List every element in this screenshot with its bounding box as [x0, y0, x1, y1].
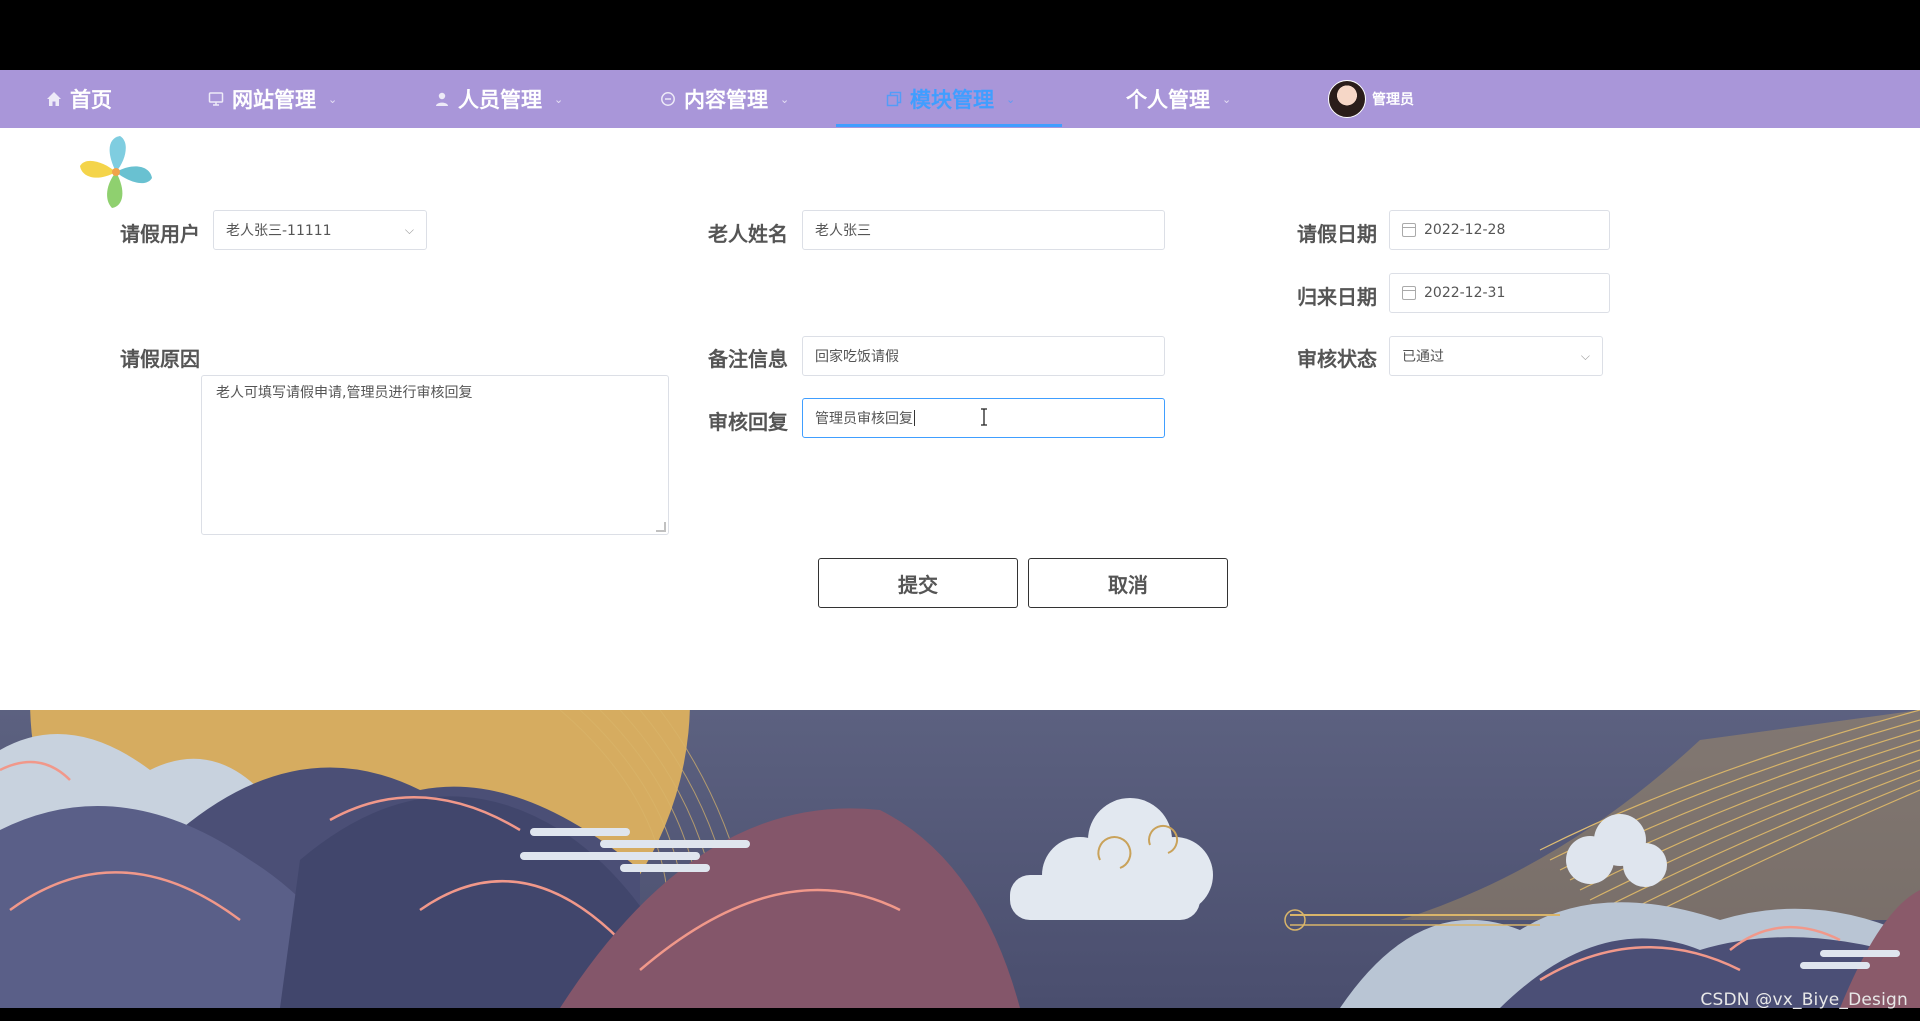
- cancel-button[interactable]: 取消: [1028, 558, 1228, 608]
- nav-item-label: 人员管理: [458, 88, 542, 112]
- watermark-text: CSDN @vx_Biye_Design: [1700, 990, 1908, 1010]
- user-label: 管理员: [1372, 92, 1414, 108]
- leave-reason-label: 请假原因: [120, 347, 200, 371]
- copy-icon: [886, 91, 902, 107]
- review-status-select[interactable]: 已通过 ⌵: [1389, 336, 1603, 376]
- home-icon: [47, 92, 61, 106]
- top-nav: 首页 网站管理 ⌄ 人员管理 ⌄ 内容管理 ⌄ 模块管理 ⌄ 个人管理 ⌄ 管理…: [0, 70, 1920, 128]
- nav-item-website[interactable]: 网站管理 ⌄: [208, 70, 337, 128]
- elder-name-label: 老人姓名: [708, 222, 788, 246]
- avatar: [1328, 80, 1366, 118]
- chat-icon: [661, 92, 675, 106]
- user-menu[interactable]: 管理员: [1328, 70, 1414, 128]
- nav-active-indicator: [836, 124, 1062, 127]
- calendar-icon: [1402, 223, 1416, 237]
- leave-reason-textarea[interactable]: 老人可填写请假申请,管理员进行审核回复: [201, 375, 669, 535]
- pinwheel-logo-icon: [80, 136, 152, 208]
- return-date-picker[interactable]: 2022-12-31: [1389, 273, 1610, 313]
- return-date-value: 2022-12-31: [1424, 285, 1506, 301]
- nav-item-people[interactable]: 人员管理 ⌄: [434, 70, 563, 128]
- nav-item-label: 首页: [70, 88, 112, 112]
- nav-item-label: 网站管理: [232, 88, 316, 112]
- nav-item-label: 模块管理: [910, 88, 994, 112]
- remark-label: 备注信息: [708, 347, 788, 371]
- resize-handle-icon[interactable]: [656, 522, 666, 532]
- remark-value: 回家吃饭请假: [815, 349, 899, 365]
- remark-input[interactable]: 回家吃饭请假: [802, 336, 1165, 376]
- review-reply-label: 审核回复: [708, 410, 788, 434]
- chevron-down-icon: ⌄: [780, 92, 790, 106]
- leave-user-select[interactable]: 老人张三-11111 ⌵: [213, 210, 427, 250]
- leave-date-value: 2022-12-28: [1424, 222, 1506, 238]
- nav-item-home[interactable]: 首页: [46, 70, 112, 128]
- nav-item-module[interactable]: 模块管理 ⌄: [886, 70, 1015, 128]
- leave-reason-value: 老人可填写请假申请,管理员进行审核回复: [216, 385, 473, 401]
- chevron-down-icon: ⌵: [404, 222, 414, 237]
- leave-user-label: 请假用户: [120, 222, 200, 246]
- elder-name-input[interactable]: 老人张三: [802, 210, 1165, 250]
- bottom-black-bar: [0, 1008, 1920, 1021]
- text-caret: [914, 410, 915, 426]
- review-status-value: 已通过: [1402, 349, 1444, 365]
- swirl-cloud: [1010, 798, 1213, 920]
- review-status-label: 审核状态: [1297, 347, 1377, 371]
- leave-user-value: 老人张三-11111: [226, 223, 332, 239]
- chevron-down-icon: ⌄: [1222, 92, 1232, 106]
- monitor-icon: [208, 92, 224, 106]
- submit-button[interactable]: 提交: [818, 558, 1018, 608]
- chevron-down-icon: ⌄: [554, 92, 564, 106]
- review-reply-value: 管理员审核回复: [815, 411, 913, 427]
- calendar-icon: [1402, 286, 1416, 300]
- chevron-down-icon: ⌄: [328, 92, 338, 106]
- nav-item-personal[interactable]: 个人管理 ⌄: [1126, 70, 1231, 128]
- leave-date-picker[interactable]: 2022-12-28: [1389, 210, 1610, 250]
- decorative-landscape-banner: [0, 710, 1920, 1008]
- elder-name-value: 老人张三: [815, 223, 871, 239]
- return-date-label: 归来日期: [1297, 285, 1377, 309]
- nav-item-label: 内容管理: [684, 88, 768, 112]
- leave-date-label: 请假日期: [1297, 222, 1377, 246]
- nav-item-content[interactable]: 内容管理 ⌄: [660, 70, 789, 128]
- nav-item-label: 个人管理: [1126, 88, 1210, 112]
- chevron-down-icon: ⌄: [1006, 92, 1016, 106]
- landscape-illustration: [0, 710, 1920, 1008]
- user-icon: [436, 92, 448, 106]
- chevron-down-icon: ⌵: [1580, 348, 1590, 363]
- top-black-bar: [0, 0, 1920, 70]
- ibeam-cursor-icon: [981, 408, 987, 426]
